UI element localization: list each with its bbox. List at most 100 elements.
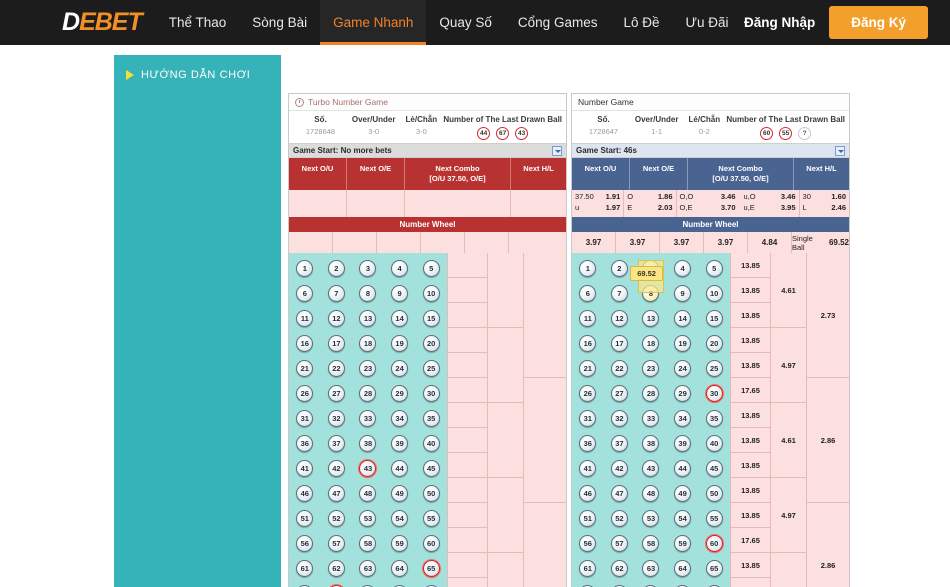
- wheel-odds-cell[interactable]: 13.85: [731, 503, 770, 529]
- ball-48[interactable]: 48: [359, 485, 377, 503]
- ball-40[interactable]: 40: [705, 435, 723, 453]
- ball-59[interactable]: 59: [391, 535, 409, 553]
- ball-34[interactable]: 34: [674, 410, 692, 428]
- wheel-odds-cell[interactable]: [524, 378, 566, 504]
- wheel-odds-cell[interactable]: 2.86: [807, 378, 849, 504]
- ball-12[interactable]: 12: [610, 310, 628, 328]
- wheel-column-odds[interactable]: [421, 232, 465, 254]
- ball-40[interactable]: 40: [422, 435, 440, 453]
- ball-38[interactable]: 38: [642, 435, 660, 453]
- ball-26[interactable]: 26: [579, 385, 597, 403]
- ball-27[interactable]: 27: [327, 385, 345, 403]
- ball-37[interactable]: 37: [610, 435, 628, 453]
- ball-15[interactable]: 15: [705, 310, 723, 328]
- nav-item-0[interactable]: Thể Thao: [156, 0, 240, 45]
- ball-60[interactable]: 60: [705, 535, 723, 553]
- odds-combo-cell[interactable]: O,O 3.46 u,O 3.46 O,E 3.70 u,E 3.95: [677, 190, 800, 218]
- wheel-odds-cell[interactable]: [448, 453, 487, 479]
- ball-18[interactable]: 18: [642, 335, 660, 353]
- ball-19[interactable]: 19: [674, 335, 692, 353]
- nav-item-6[interactable]: Ưu Đãi: [673, 0, 742, 45]
- ball-21[interactable]: 21: [579, 360, 597, 378]
- wheel-column-odds[interactable]: 3.97: [660, 232, 704, 254]
- ball-32[interactable]: 32: [610, 410, 628, 428]
- ball-47[interactable]: 47: [327, 485, 345, 503]
- ball-63[interactable]: 63: [359, 560, 377, 578]
- ball-46[interactable]: 46: [296, 485, 314, 503]
- ball-27[interactable]: 27: [610, 385, 628, 403]
- ball-49[interactable]: 49: [391, 485, 409, 503]
- ball-22[interactable]: 22: [610, 360, 628, 378]
- ball-54[interactable]: 54: [674, 510, 692, 528]
- ball-2[interactable]: 2: [327, 260, 345, 278]
- wheel-odds-cell[interactable]: 13.85: [731, 453, 770, 479]
- ball-44[interactable]: 44: [391, 460, 409, 478]
- wheel-odds-cell[interactable]: 4.61: [771, 403, 806, 479]
- ball-62[interactable]: 62: [610, 560, 628, 578]
- odds-oe-cell[interactable]: [347, 190, 405, 218]
- expand-down-icon[interactable]: [552, 145, 562, 156]
- nav-item-2[interactable]: Game Nhanh: [320, 0, 427, 45]
- ball-18[interactable]: 18: [359, 335, 377, 353]
- ball-43[interactable]: 43: [642, 460, 660, 478]
- single-ball-cell[interactable]: Single Ball 69.52: [792, 232, 849, 253]
- ball-23[interactable]: 23: [642, 360, 660, 378]
- ball-41[interactable]: 41: [296, 460, 314, 478]
- ball-39[interactable]: 39: [674, 435, 692, 453]
- ball-1[interactable]: 1: [579, 260, 597, 278]
- ball-55[interactable]: 55: [422, 510, 440, 528]
- ball-57[interactable]: 57: [610, 535, 628, 553]
- ball-64[interactable]: 64: [674, 560, 692, 578]
- ball-32[interactable]: 32: [327, 410, 345, 428]
- wheel-column-odds[interactable]: 3.97: [572, 232, 616, 254]
- ball-56[interactable]: 56: [579, 535, 597, 553]
- wheel-odds-cell[interactable]: [448, 528, 487, 554]
- wheel-column-odds[interactable]: [465, 232, 509, 254]
- ball-44[interactable]: 44: [674, 460, 692, 478]
- odds-ou-cell[interactable]: 37.50 1.91 u 1.97: [572, 190, 625, 218]
- ball-42[interactable]: 42: [327, 460, 345, 478]
- ball-5[interactable]: 5: [422, 260, 440, 278]
- ball-24[interactable]: 24: [391, 360, 409, 378]
- ball-63[interactable]: 63: [642, 560, 660, 578]
- single-ball-cell[interactable]: [509, 232, 566, 253]
- odds-ou-cell[interactable]: [289, 190, 347, 218]
- ball-50[interactable]: 50: [422, 485, 440, 503]
- ball-41[interactable]: 41: [579, 460, 597, 478]
- ball-22[interactable]: 22: [327, 360, 345, 378]
- wheel-odds-cell[interactable]: [448, 353, 487, 379]
- ball-39[interactable]: 39: [391, 435, 409, 453]
- wheel-odds-cell[interactable]: 13.85: [731, 553, 770, 579]
- ball-15[interactable]: 15: [422, 310, 440, 328]
- wheel-column-odds[interactable]: [289, 232, 333, 254]
- ball-35[interactable]: 35: [422, 410, 440, 428]
- wheel-odds-cell[interactable]: 13.85: [731, 428, 770, 454]
- ball-11[interactable]: 11: [579, 310, 597, 328]
- ball-47[interactable]: 47: [610, 485, 628, 503]
- ball-13[interactable]: 13: [642, 310, 660, 328]
- ball-35[interactable]: 35: [705, 410, 723, 428]
- wheel-odds-cell[interactable]: 4.97: [771, 478, 806, 554]
- wheel-odds-cell[interactable]: [448, 378, 487, 404]
- sidebar-item-guide[interactable]: HƯỚNG DẪN CHƠI: [126, 69, 269, 81]
- wheel-odds-cell[interactable]: [448, 478, 487, 504]
- wheel-odds-cell[interactable]: [448, 553, 487, 579]
- odds-combo-cell[interactable]: [405, 190, 511, 218]
- ball-56[interactable]: 56: [296, 535, 314, 553]
- ball-36[interactable]: 36: [296, 435, 314, 453]
- wheel-odds-cell[interactable]: [488, 403, 523, 479]
- ball-1[interactable]: 1: [296, 260, 314, 278]
- ball-53[interactable]: 53: [642, 510, 660, 528]
- ball-65[interactable]: 65: [705, 560, 723, 578]
- ball-14[interactable]: 14: [391, 310, 409, 328]
- ball-25[interactable]: 25: [705, 360, 723, 378]
- wheel-column-odds[interactable]: 3.97: [704, 232, 748, 254]
- ball-12[interactable]: 12: [327, 310, 345, 328]
- ball-17[interactable]: 17: [327, 335, 345, 353]
- wheel-odds-cell[interactable]: [448, 253, 487, 279]
- wheel-odds-cell[interactable]: 17.65: [731, 378, 770, 404]
- wheel-odds-cell[interactable]: 4.61: [771, 553, 806, 587]
- wheel-odds-cell[interactable]: 13.85: [731, 328, 770, 354]
- wheel-odds-cell[interactable]: 17.65: [731, 528, 770, 554]
- wheel-column-odds[interactable]: [377, 232, 421, 254]
